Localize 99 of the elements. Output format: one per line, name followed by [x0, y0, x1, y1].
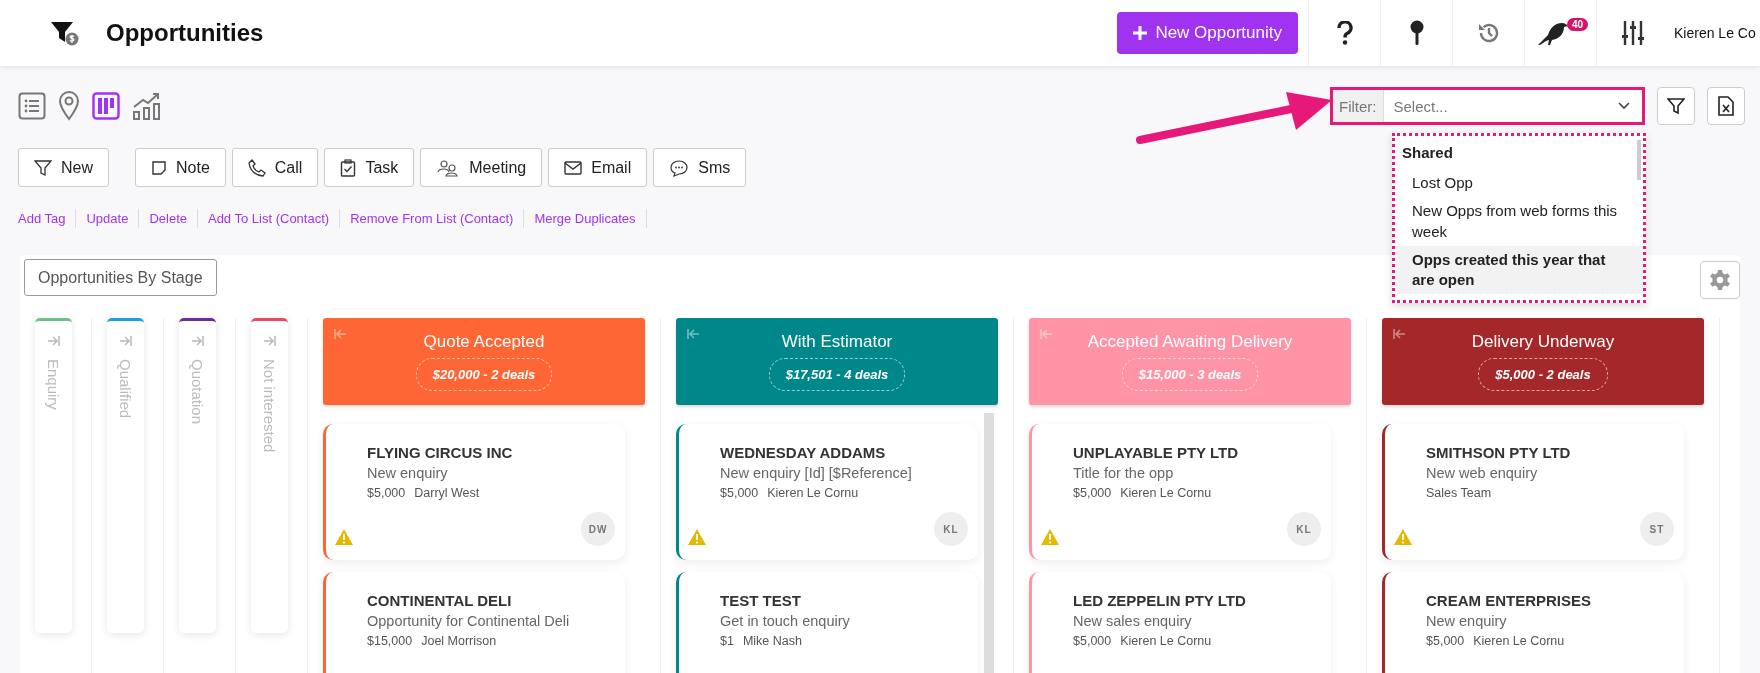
- phone-icon: [247, 158, 266, 177]
- task-button[interactable]: Task: [324, 148, 415, 187]
- owner-name: Kieren Le Cornu: [1120, 486, 1212, 500]
- deal-amount: $5,000: [1426, 634, 1465, 648]
- company-name: CREAM ENTERPRISES: [1426, 592, 1593, 609]
- filter-label: Filter:: [1333, 90, 1384, 122]
- opportunity-card[interactable]: TEST TEST Get in touch enquiry $1 Mike Nash: [676, 572, 978, 673]
- deal-amount: $5,000: [1073, 634, 1112, 648]
- user-name[interactable]: Kieren Le Co: [1668, 25, 1760, 41]
- opportunity-title: New enquiry: [367, 465, 449, 481]
- owner-name: Kieren Le Cornu: [767, 486, 859, 500]
- deal-amount: $1: [720, 634, 734, 648]
- avatar: ST: [1640, 512, 1674, 546]
- call-button[interactable]: Call: [231, 148, 319, 187]
- opportunity-card[interactable]: SMITHSON PTY LTD New web enquiry Sales Team ST: [1382, 424, 1684, 560]
- avatar: DW: [581, 512, 615, 546]
- excel-export-button[interactable]: [1707, 87, 1745, 125]
- clipboard-check-icon: [340, 158, 357, 177]
- board-view-icon[interactable]: [92, 92, 120, 120]
- help-icon[interactable]: [1335, 21, 1354, 45]
- dropdown-option[interactable]: New Opps from web forms this week: [1395, 197, 1643, 246]
- settings-button[interactable]: [1700, 261, 1740, 299]
- dropdown-group-label: Shared: [1402, 143, 1454, 163]
- owner-name: Darryl West: [414, 486, 480, 500]
- funnel-dollar-icon: [50, 20, 80, 46]
- opportunity-title: New web enquiry: [1426, 465, 1539, 481]
- deal-amount: $5,000: [1073, 486, 1112, 500]
- dropdown-option[interactable]: Opps created this year that are open: [1395, 245, 1643, 295]
- people-icon: [436, 158, 461, 177]
- bulk-action-link[interactable]: Remove From List (Contact): [340, 209, 525, 228]
- opportunity-card[interactable]: CONTINENTAL DELI Opportunity for Continental Deli $15,000 Joel Morrison: [323, 572, 625, 673]
- stage-name: Delivery Underway: [1471, 332, 1615, 352]
- company-name: WEDNESDAY ADDAMS: [720, 444, 887, 461]
- collapse-icon[interactable]: [1392, 328, 1406, 340]
- opportunity-card[interactable]: LED ZEPPELIN PTY LTD New sales enquiry $5,000 Kieren Le Cornu: [1029, 572, 1331, 673]
- sms-button[interactable]: Sms: [653, 148, 747, 187]
- bulk-action-link[interactable]: Merge Duplicates: [524, 209, 647, 228]
- board-title-button[interactable]: Opportunities By Stage: [24, 259, 217, 296]
- chart-view-icon[interactable]: [132, 92, 162, 120]
- owner-name: Kieren Le Cornu: [1120, 634, 1212, 648]
- avatar: KL: [934, 512, 968, 546]
- filter-select[interactable]: Select...: [1383, 96, 1618, 116]
- envelope-icon: [564, 160, 583, 175]
- owner-name: Kieren Le Cornu: [1473, 634, 1565, 648]
- company-name: FLYING CIRCUS INC: [367, 444, 514, 461]
- stage-name: Quote Accepted: [423, 332, 545, 352]
- owner-name: Joel Morrison: [421, 634, 497, 648]
- filter-icon: [34, 158, 52, 177]
- sliders-icon[interactable]: [1621, 20, 1644, 46]
- bulk-action-link[interactable]: Add To List (Contact): [197, 209, 341, 228]
- owner-name: Mike Nash: [742, 634, 802, 648]
- pin-icon[interactable]: [1408, 20, 1425, 46]
- opportunity-card[interactable]: UNPLAYABLE PTY LTD Title for the opp $5,000 Kieren Le Cornu KL: [1029, 424, 1331, 560]
- chevron-down-icon[interactable]: [1618, 102, 1630, 110]
- scrollbar[interactable]: [1637, 140, 1641, 180]
- opportunity-title: New sales enquiry: [1073, 613, 1193, 629]
- opportunity-title: Title for the opp: [1073, 465, 1175, 481]
- company-name: CONTINENTAL DELI: [367, 592, 513, 609]
- excel-file-icon: [1718, 96, 1734, 116]
- email-button[interactable]: Email: [548, 148, 648, 187]
- opportunity-title: Opportunity for Continental Deli: [367, 613, 571, 629]
- new-opportunity-button[interactable]: New Opportunity: [1117, 12, 1298, 54]
- opportunity-card[interactable]: WEDNESDAY ADDAMS New enquiry [Id] [$Reference] $5,000 Kieren Le Cornu KL: [676, 424, 978, 560]
- company-name: SMITHSON PTY LTD: [1426, 444, 1572, 461]
- company-name: TEST TEST: [720, 592, 802, 609]
- opportunity-card[interactable]: FLYING CIRCUS INC New enquiry $5,000 Darryl West DW: [323, 424, 625, 560]
- page-title: Opportunities: [106, 19, 264, 47]
- filter-icon: [1667, 97, 1685, 115]
- company-name: LED ZEPPELIN PTY LTD: [1073, 592, 1247, 609]
- list-view-icon[interactable]: [18, 92, 46, 120]
- scrollbar[interactable]: [984, 413, 994, 673]
- map-view-icon[interactable]: [58, 91, 80, 121]
- note-button[interactable]: Note: [135, 148, 226, 187]
- opportunity-title: New enquiry: [1426, 613, 1508, 629]
- new-filter-button[interactable]: New: [18, 148, 109, 187]
- deal-amount: $15,000: [367, 634, 413, 648]
- meeting-button[interactable]: Meeting: [420, 148, 543, 187]
- dropdown-option[interactable]: Lost Opp: [1395, 169, 1643, 198]
- filter-select-field[interactable]: Filter: Select...: [1330, 87, 1645, 125]
- notification-badge: 40: [1567, 18, 1589, 31]
- plus-icon: [1133, 26, 1148, 40]
- history-icon[interactable]: [1476, 21, 1501, 45]
- chat-bubble-icon: [669, 158, 690, 177]
- gear-icon: [1709, 269, 1731, 291]
- opportunity-card[interactable]: CREAM ENTERPRISES New enquiry $5,000 Kieren Le Cornu: [1382, 572, 1684, 673]
- owner-name: Sales Team: [1426, 486, 1492, 500]
- stage-name: Accepted Awaiting Delivery: [1087, 332, 1293, 352]
- opportunity-title: Get in touch enquiry: [720, 613, 851, 629]
- company-name: UNPLAYABLE PTY LTD: [1073, 444, 1240, 461]
- deal-amount: $5,000: [720, 486, 759, 500]
- filter-button[interactable]: [1657, 87, 1695, 125]
- bulk-action-link[interactable]: Update: [76, 209, 140, 228]
- note-icon: [151, 159, 167, 176]
- bulk-action-link[interactable]: Add Tag: [18, 209, 77, 228]
- avatar: KL: [1287, 512, 1321, 546]
- deal-amount: $5,000: [367, 486, 406, 500]
- stage-name: With Estimator: [781, 332, 893, 352]
- opportunity-title: New enquiry [Id] [$Reference]: [720, 465, 913, 481]
- bulk-action-link[interactable]: Delete: [139, 209, 198, 228]
